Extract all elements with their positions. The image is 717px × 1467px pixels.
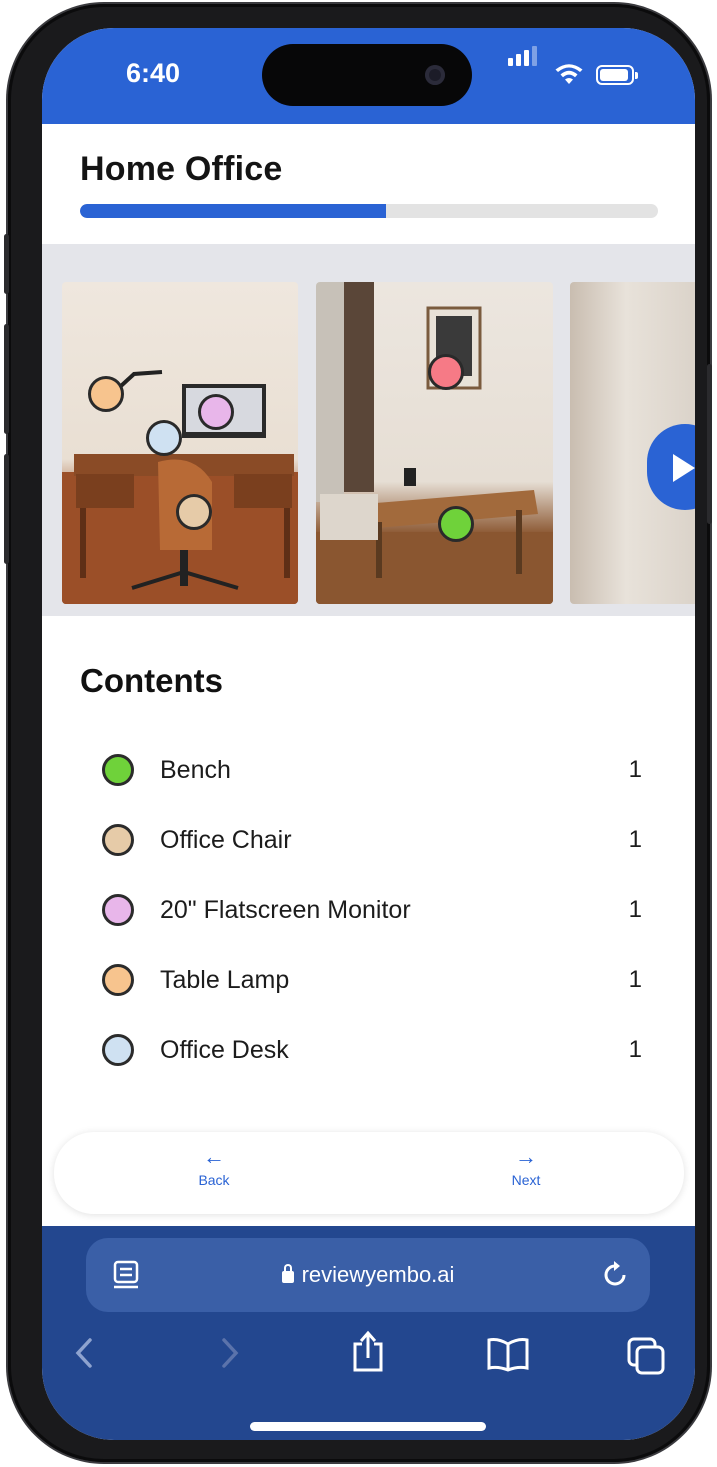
list-item[interactable]: Bench 1 — [102, 744, 642, 814]
item-color-dot — [102, 754, 134, 786]
next-label: Next — [511, 1172, 541, 1188]
list-item[interactable]: 20" Flatscreen Monitor 1 — [102, 884, 642, 954]
battery-icon — [596, 65, 638, 85]
section-title: Contents — [80, 662, 223, 699]
list-item[interactable]: Office Chair 1 — [102, 814, 642, 884]
progress-fill — [80, 204, 387, 218]
step-navigation: ← Back → Next — [54, 1132, 684, 1214]
room-photo-2[interactable] — [316, 282, 553, 604]
item-name: Table Lamp — [160, 966, 290, 994]
item-name: 20" Flatscreen Monitor — [160, 896, 411, 924]
item-marker[interactable] — [198, 394, 234, 430]
arrow-left-icon: ← — [203, 1144, 225, 1169]
item-marker[interactable] — [428, 354, 464, 390]
screen: 6:40 Home Office Contents Bench 1 Office… — [42, 28, 695, 1440]
item-marker[interactable] — [176, 494, 212, 530]
status-bar: 6:40 — [42, 28, 695, 124]
photo-gallery[interactable] — [42, 244, 695, 616]
status-time: 6:40 — [126, 58, 181, 88]
home-indicator[interactable] — [250, 1422, 486, 1431]
tabs-icon[interactable] — [626, 1336, 666, 1376]
browser-toolbar: reviewyembo.ai — [42, 1226, 695, 1440]
progress-bar — [80, 204, 658, 218]
browser-back-icon[interactable] — [72, 1336, 96, 1370]
power-button — [707, 364, 712, 524]
url-value: reviewyembo.ai — [301, 1262, 455, 1287]
item-quantity: 1 — [628, 896, 642, 923]
front-camera — [425, 65, 445, 85]
browser-nav-icons — [42, 1330, 695, 1380]
wifi-icon — [555, 64, 583, 84]
share-icon[interactable] — [350, 1330, 386, 1374]
item-color-dot — [102, 894, 134, 926]
bookmarks-icon[interactable] — [486, 1336, 530, 1372]
item-name: Office Desk — [160, 1036, 289, 1064]
item-marker[interactable] — [146, 420, 182, 456]
lock-icon — [281, 1264, 294, 1283]
item-name: Office Chair — [160, 826, 292, 854]
page-title: Home Office — [80, 150, 283, 188]
list-item[interactable]: Table Lamp 1 — [102, 954, 642, 1024]
back-label: Back — [198, 1172, 230, 1188]
back-button[interactable]: ← Back — [154, 1144, 274, 1189]
item-quantity: 1 — [628, 966, 642, 993]
photo-2-scene — [316, 282, 553, 604]
volume-up-button — [4, 324, 9, 434]
item-quantity: 1 — [628, 826, 642, 853]
item-quantity: 1 — [628, 756, 642, 783]
list-item[interactable]: Office Desk 1 — [102, 1024, 642, 1094]
item-color-dot — [102, 1034, 134, 1066]
phone-frame: 6:40 Home Office Contents Bench 1 Office… — [4, 4, 712, 1462]
address-bar[interactable]: reviewyembo.ai — [86, 1238, 650, 1312]
item-marker[interactable] — [438, 506, 474, 542]
mute-switch — [4, 234, 9, 294]
item-marker[interactable] — [88, 376, 124, 412]
reload-icon[interactable] — [600, 1260, 630, 1290]
browser-forward-icon[interactable] — [218, 1336, 242, 1370]
contents-list: Bench 1 Office Chair 1 20" Flatscreen Monito… — [102, 744, 642, 1094]
item-color-dot — [102, 824, 134, 856]
item-quantity: 1 — [628, 1036, 642, 1063]
item-color-dot — [102, 964, 134, 996]
volume-down-button — [4, 454, 9, 564]
next-button[interactable]: → Next — [466, 1144, 586, 1189]
arrow-right-icon: → — [515, 1144, 537, 1169]
url-text[interactable]: reviewyembo.ai — [86, 1262, 650, 1288]
item-name: Bench — [160, 756, 231, 784]
dynamic-island — [262, 44, 472, 106]
